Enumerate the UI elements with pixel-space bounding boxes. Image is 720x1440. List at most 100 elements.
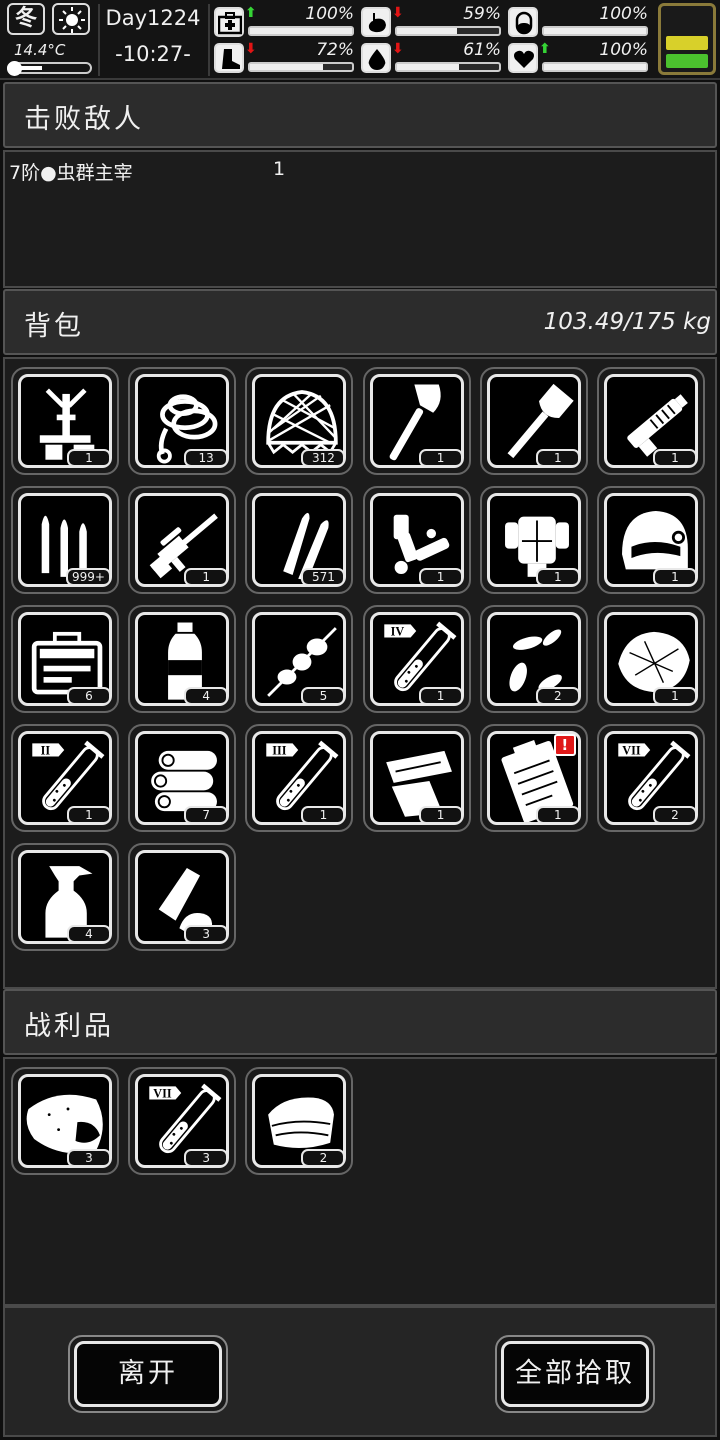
defeated-panel: 7阶●虫群主宰 1 [3, 150, 717, 288]
item-slot[interactable]: 1 [479, 486, 588, 594]
backpack-header: 背包 103.49/175 kg [3, 289, 717, 355]
energy-battery[interactable] [658, 3, 716, 75]
game-clock: -10:27- [115, 42, 191, 66]
item-slot[interactable]: 1 [597, 367, 705, 475]
item-slot[interactable]: 4 [11, 843, 119, 951]
trend-up-icon: ⬆ [245, 5, 257, 21]
item-slot[interactable]: 1 [362, 486, 471, 594]
stat-bar [395, 26, 501, 36]
item-slot[interactable]: 1 [597, 605, 705, 713]
item-slot[interactable]: 1 [479, 367, 588, 475]
svg-text:III: III [273, 744, 288, 758]
stat-bar [395, 62, 501, 72]
item-slot[interactable]: 3 [128, 843, 237, 951]
trend-up-icon: ⬆ [539, 41, 551, 57]
item-count: 1 [535, 449, 580, 467]
trend-down-icon: ⬇ [245, 41, 257, 57]
stomach-icon [361, 7, 391, 37]
item-count: 312 [301, 449, 346, 467]
item-count: 6 [67, 687, 111, 705]
item-slot[interactable]: VII 3 [128, 1067, 237, 1175]
item-count: 1 [418, 568, 463, 586]
defeated-header: 击败敌人 [3, 82, 717, 148]
item-slot[interactable]: 571 [245, 486, 354, 594]
item-count: 2 [653, 806, 697, 824]
item-count: 13 [184, 449, 229, 467]
item-slot[interactable]: II 1 [11, 724, 119, 832]
item-slot[interactable]: 5 [245, 605, 354, 713]
heart-icon [508, 43, 538, 73]
item-count: 3 [184, 925, 229, 943]
item-slot[interactable]: 1 [362, 367, 471, 475]
item-slot[interactable]: 312 [245, 367, 354, 475]
item-count: 3 [184, 1149, 229, 1167]
stat-medicine[interactable]: 100% [508, 4, 650, 38]
item-slot[interactable]: 6 [11, 605, 119, 713]
thermometer-gauge [7, 61, 92, 76]
svg-text:VII: VII [153, 1087, 172, 1101]
stat-percent: 72% [316, 40, 354, 60]
item-count: 2 [301, 1149, 346, 1167]
item-slot[interactable]: 1 [597, 486, 705, 594]
item-slot[interactable]: 1! [479, 724, 588, 832]
stat-percent: 100% [599, 4, 648, 24]
backpack-weight: 103.49/175 kg [543, 309, 711, 335]
item-count: 1 [653, 449, 697, 467]
item-slot[interactable]: IV 1 [362, 605, 471, 713]
stat-health[interactable]: ⬆ 100% [214, 4, 356, 38]
day-counter: Day1224 [105, 6, 201, 30]
stat-percent: 61% [463, 40, 501, 60]
svg-text:VII: VII [622, 744, 641, 758]
item-count: 4 [184, 687, 229, 705]
defeated-title: 击败敌人 [24, 104, 144, 135]
stat-bar [248, 26, 354, 36]
item-count: 2 [535, 687, 580, 705]
loot-header: 战利品 [3, 989, 717, 1055]
pill-icon [508, 7, 538, 37]
item-slot[interactable]: III 1 [245, 724, 354, 832]
item-count: 1 [418, 806, 463, 824]
item-slot[interactable]: 7 [128, 724, 237, 832]
item-count: 1 [418, 449, 463, 467]
action-bar: 离开 全部拾取 [3, 1306, 717, 1437]
svg-text:IV: IV [390, 625, 404, 639]
item-count: 1 [535, 806, 580, 824]
item-count: 1 [301, 806, 346, 824]
item-slot[interactable]: 1 [362, 724, 471, 832]
take-all-button-label: 全部拾取 [501, 1341, 649, 1407]
enemy-count: 1 [273, 158, 286, 180]
stat-bar [248, 62, 354, 72]
item-slot[interactable]: 13 [128, 367, 237, 475]
enemy-name: 7阶●虫群主宰 [9, 162, 133, 184]
item-slot[interactable]: 2 [245, 1067, 354, 1175]
item-count: 1 [418, 687, 463, 705]
leave-button[interactable]: 离开 [68, 1335, 228, 1413]
stat-hunger[interactable]: ⬇ 59% [361, 4, 503, 38]
medkit-icon [214, 7, 244, 37]
item-slot[interactable]: 3 [11, 1067, 119, 1175]
backpack-title: 背包 [24, 311, 84, 342]
stat-bar [542, 26, 648, 36]
item-count: 1 [184, 568, 229, 586]
stat-thirst[interactable]: ⬇ 61% [361, 40, 503, 74]
item-count: 1 [67, 806, 111, 824]
trend-down-icon: ⬇ [392, 5, 404, 21]
loot-grid: 3 VII 3 2 [3, 1057, 717, 1306]
stat-stamina[interactable]: ⬇ 72% [214, 40, 356, 74]
item-count: 571 [301, 568, 346, 586]
stat-mood[interactable]: ⬆ 100% [508, 40, 650, 74]
item-count: 1 [653, 568, 697, 586]
backpack-grid: 1 13 312 1 1 1 999+ 1 571 1 1 1 6 4 5 IV 1 2 1 II 1 7 III 1 1 1! V… [3, 357, 717, 989]
item-slot[interactable]: 1 [11, 367, 119, 475]
item-count: 4 [67, 925, 111, 943]
item-slot[interactable]: 4 [128, 605, 237, 713]
item-count: 1 [67, 449, 111, 467]
item-slot[interactable]: VII 2 [597, 724, 705, 832]
item-slot[interactable]: 1 [128, 486, 237, 594]
loot-title: 战利品 [24, 1011, 114, 1042]
take-all-button[interactable]: 全部拾取 [495, 1335, 655, 1413]
stat-percent: 59% [463, 4, 501, 24]
item-slot[interactable]: 2 [479, 605, 588, 713]
status-bar: 冬 14.4°C Day1224 -10:27- ⬆ 100% ⬇ 59% 100% ⬇ 7… [0, 0, 720, 80]
item-slot[interactable]: 999+ [11, 486, 119, 594]
